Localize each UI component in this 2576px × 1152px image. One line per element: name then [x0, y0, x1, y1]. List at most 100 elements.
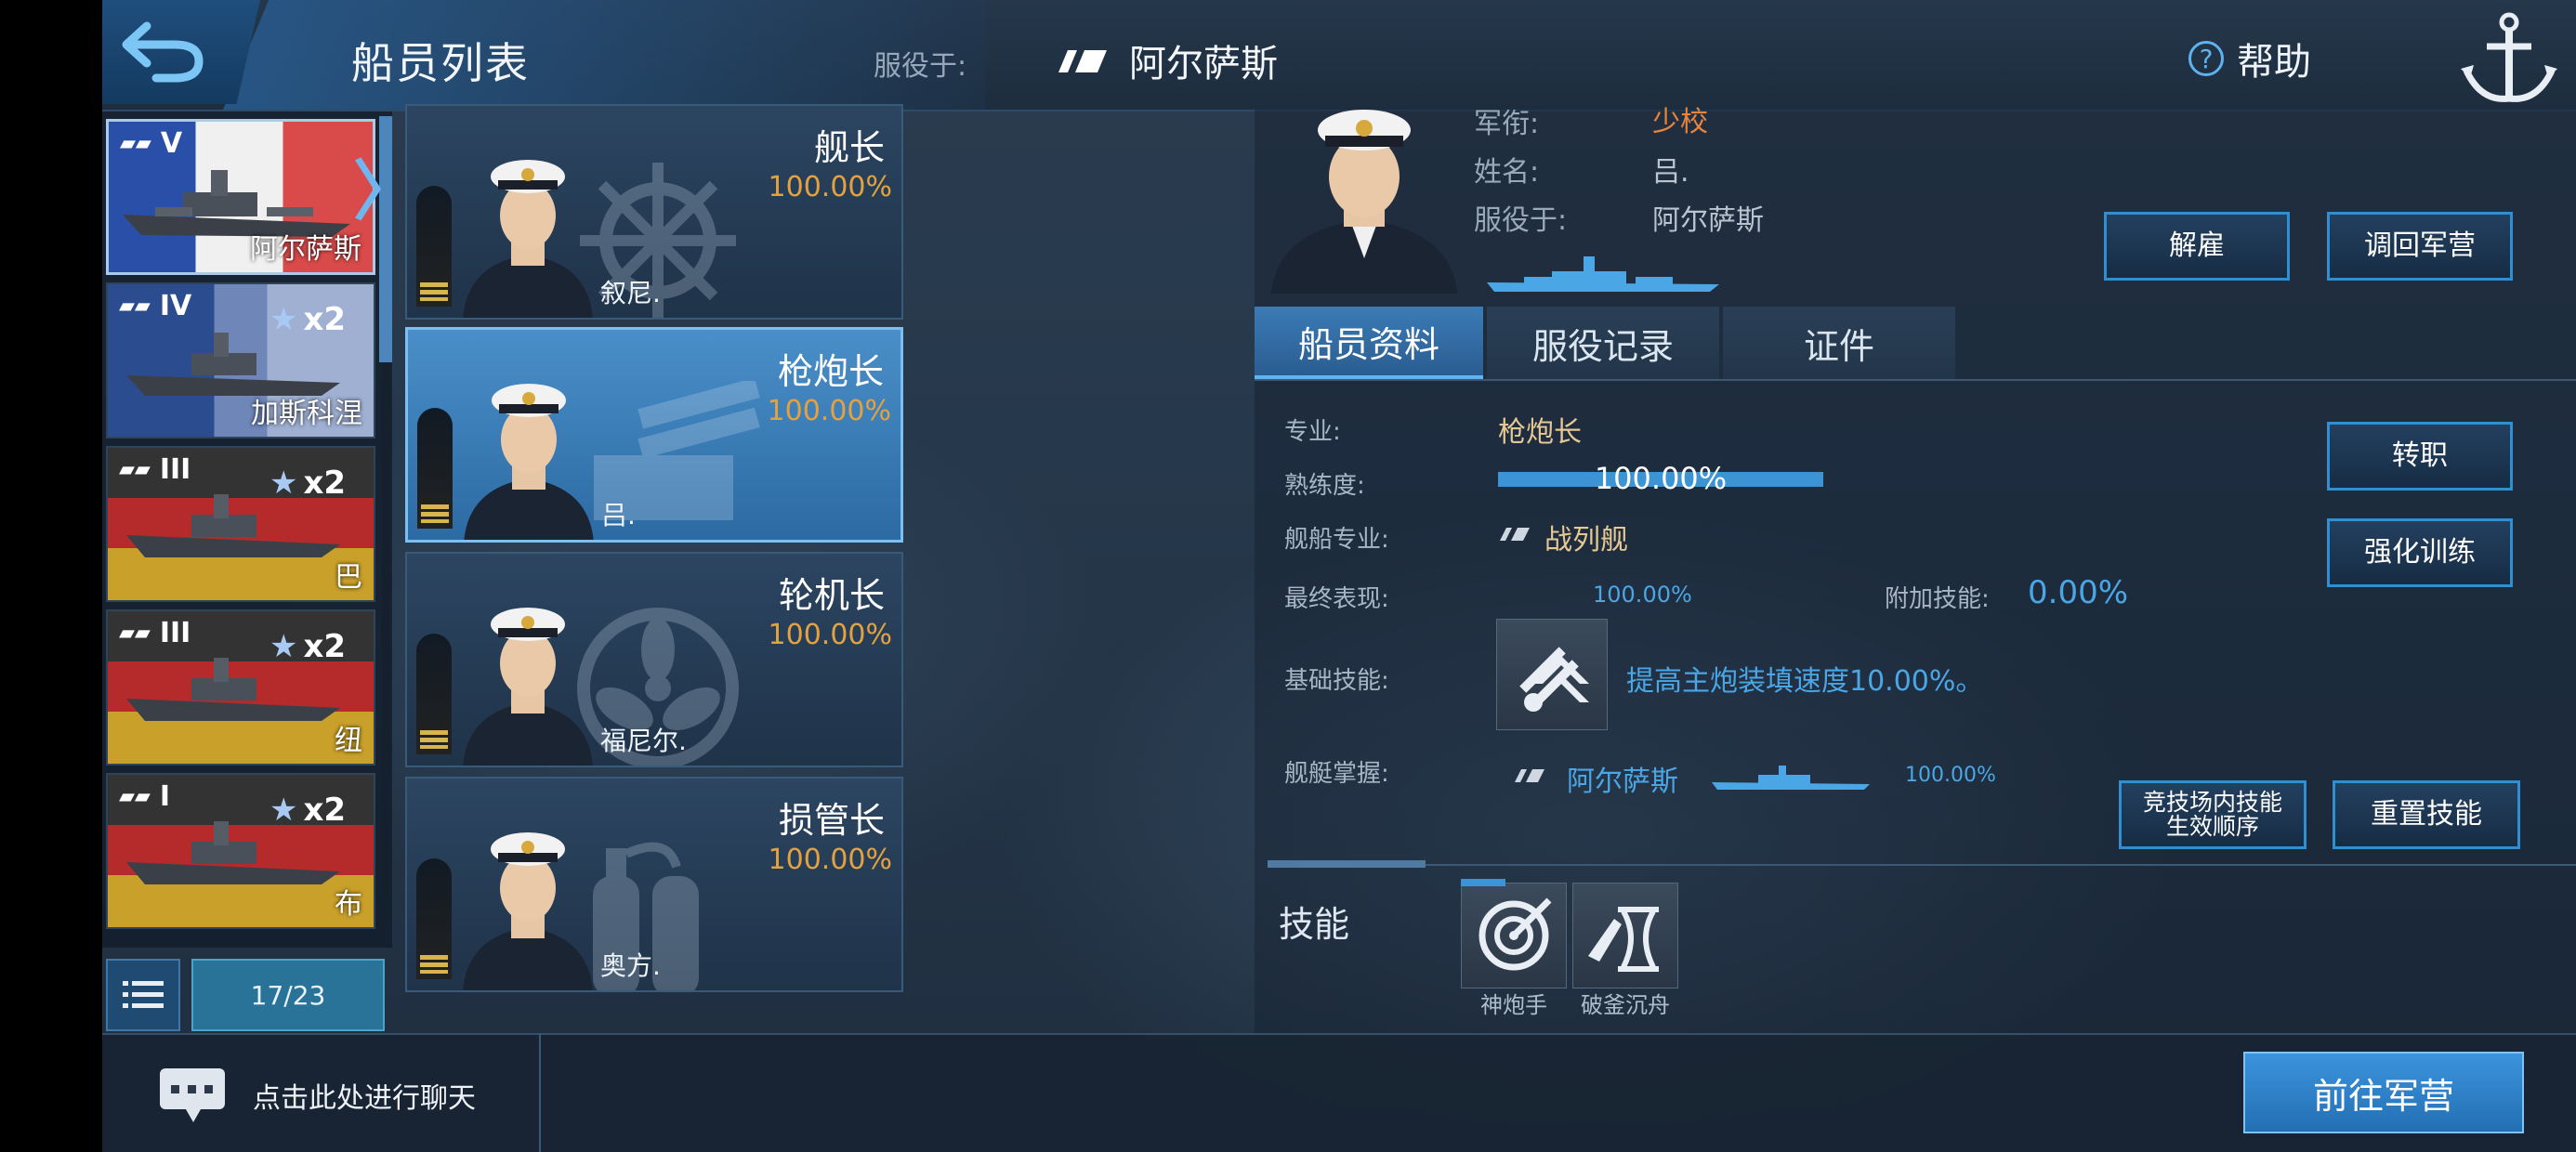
- ship-card[interactable]: ▰▰ IV ★ x2 加斯科涅: [106, 282, 375, 439]
- crew-card[interactable]: 枪炮长 100.00% 吕.: [405, 327, 903, 543]
- base-skill-icon[interactable]: [1496, 619, 1608, 730]
- final-performance-label: 最终表现:: [1284, 585, 1389, 613]
- crew-role: 轮机长: [778, 575, 885, 616]
- help-button[interactable]: ? 帮助: [2188, 32, 2311, 85]
- serve-label: 服役于:: [1474, 204, 1568, 237]
- proficiency-value: 100.00%: [1594, 461, 1728, 496]
- skills-divider: [1268, 864, 2576, 866]
- hourglass-icon: [1588, 907, 1659, 972]
- crosshair-icon: [1479, 897, 1552, 971]
- reset-skills-button[interactable]: 重置技能: [2333, 780, 2520, 849]
- ship-class-icon: ▰▰: [119, 295, 151, 318]
- crew-name: 叙尼.: [600, 278, 661, 308]
- title-banner: [223, 0, 985, 110]
- list-icon: [123, 981, 164, 1008]
- crew-role: 损管长: [778, 800, 885, 841]
- rank-label: 军衔:: [1474, 108, 1540, 140]
- crew-proficiency: 100.00%: [768, 619, 892, 651]
- mastery-pct: 100.00%: [1905, 764, 1996, 787]
- dismiss-button[interactable]: 解雇: [2104, 212, 2290, 281]
- skill-sharpshooter[interactable]: [1461, 883, 1567, 988]
- officer-portrait: [1271, 110, 1457, 294]
- tab-divider: [1255, 379, 2576, 381]
- tab-crew-info[interactable]: 船员资料: [1255, 307, 1483, 379]
- recall-button[interactable]: 调回军营: [2327, 212, 2513, 281]
- mastery-label: 舰艇掌握:: [1284, 760, 1389, 788]
- ship-class-icon: [1058, 50, 1107, 72]
- chat-prompt: 点击此处进行聊天: [253, 1082, 476, 1115]
- chat-button[interactable]: 点击此处进行聊天: [158, 1067, 476, 1124]
- arena-skill-order-button[interactable]: 竞技场内技能 生效顺序: [2119, 780, 2307, 849]
- tab-service-record[interactable]: 服役记录: [1487, 307, 1719, 379]
- skills-tab-indicator: [1268, 860, 1426, 868]
- skill-name: 破釜沉舟: [1581, 992, 1670, 1018]
- serving-label: 服役于:: [874, 50, 967, 83]
- rank-insignia: [416, 634, 452, 754]
- ship-tier: I: [159, 780, 171, 813]
- game-screen: 船员列表 服役于: 阿尔萨斯 ? 帮助 ▰▰ V 阿尔萨斯 〉 ▰▰ IV ★ x2 …: [102, 0, 2576, 1152]
- crew-card[interactable]: 损管长 100.00% 奥方.: [405, 777, 903, 992]
- list-view-button[interactable]: [106, 959, 180, 1031]
- help-label: 帮助: [2237, 41, 2311, 84]
- skill-last-stand[interactable]: [1572, 883, 1678, 988]
- ship-spec-value: 战列舰: [1544, 524, 1628, 556]
- question-icon: ?: [2188, 41, 2224, 76]
- ship-name: 加斯科涅: [251, 398, 362, 430]
- ship-tier: V: [160, 127, 183, 160]
- specialty-value: 枪炮长: [1498, 416, 1582, 449]
- transfer-button[interactable]: 转职: [2327, 422, 2513, 491]
- chat-divider: [539, 1033, 541, 1152]
- crew-portrait: [463, 608, 593, 766]
- ship-name: 阿尔萨斯: [250, 233, 361, 266]
- ship-spec-label: 舰船专业:: [1284, 526, 1389, 554]
- bonus-skill-value: 0.00%: [2028, 574, 2129, 611]
- rank-insignia: [416, 186, 452, 307]
- rank-insignia: [417, 408, 453, 529]
- battleship-class-icon: [1500, 528, 1530, 541]
- final-performance-value: 100.00%: [1593, 582, 1692, 608]
- page-count: 17/23: [191, 959, 385, 1031]
- ship-name: 巴: [335, 561, 362, 594]
- crew-proficiency: 100.00%: [768, 844, 892, 876]
- crew-role: 舰长: [813, 127, 885, 168]
- proficiency-label: 熟练度:: [1284, 472, 1365, 500]
- bonus-skill-label: 附加技能:: [1885, 585, 1990, 613]
- skills-label: 技能: [1279, 904, 1350, 945]
- page-title: 船员列表: [351, 38, 530, 88]
- ship-class-icon: [1515, 769, 1544, 782]
- crew-card[interactable]: 轮机长 100.00% 福尼尔.: [405, 552, 903, 767]
- ship-tier: III: [159, 617, 191, 649]
- anchor-icon[interactable]: [2453, 6, 2565, 110]
- gun-reload-icon: [1519, 647, 1589, 712]
- mastery-ship: 阿尔萨斯: [1567, 766, 1678, 798]
- name-value: 吕.: [1652, 156, 1689, 189]
- crew-proficiency: 100.00%: [768, 171, 892, 203]
- crew-card[interactable]: 舰长 100.00% 叙尼.: [405, 104, 903, 320]
- ship-card[interactable]: ▰▰ I ★ x2 布: [106, 773, 375, 929]
- ship-card[interactable]: ▰▰ III ★ x2 纽: [106, 609, 375, 766]
- rank-value: 少校: [1652, 106, 1708, 138]
- ship-tier: III: [159, 453, 191, 486]
- train-button[interactable]: 强化训练: [2327, 518, 2513, 587]
- ship-silhouette: [1487, 256, 1719, 292]
- tab-certificate[interactable]: 证件: [1723, 307, 1955, 379]
- crew-portrait: [463, 160, 593, 318]
- ship-class-icon: ▰▰: [119, 622, 151, 645]
- crew-role: 枪炮长: [777, 351, 884, 392]
- skill-name: 神炮手: [1480, 992, 1547, 1018]
- ship-image: [126, 658, 340, 721]
- crew-name: 奥方.: [600, 950, 661, 981]
- ship-image: [126, 821, 340, 884]
- name-label: 姓名:: [1474, 156, 1540, 189]
- ship-card[interactable]: ▰▰ V 阿尔萨斯: [106, 119, 375, 275]
- crew-name: 福尼尔.: [600, 726, 687, 756]
- crew-proficiency: 100.00%: [767, 395, 891, 427]
- ship-tier: IV: [159, 290, 192, 322]
- ship-class-icon: ▰▰: [119, 458, 151, 481]
- rank-insignia: [416, 858, 452, 979]
- base-skill-label: 基础技能:: [1284, 667, 1389, 695]
- crew-name: 吕.: [601, 500, 636, 530]
- goto-barracks-button[interactable]: 前往军营: [2243, 1052, 2524, 1133]
- ship-card[interactable]: ▰▰ III ★ x2 巴: [106, 446, 375, 602]
- back-button[interactable]: [102, 0, 260, 104]
